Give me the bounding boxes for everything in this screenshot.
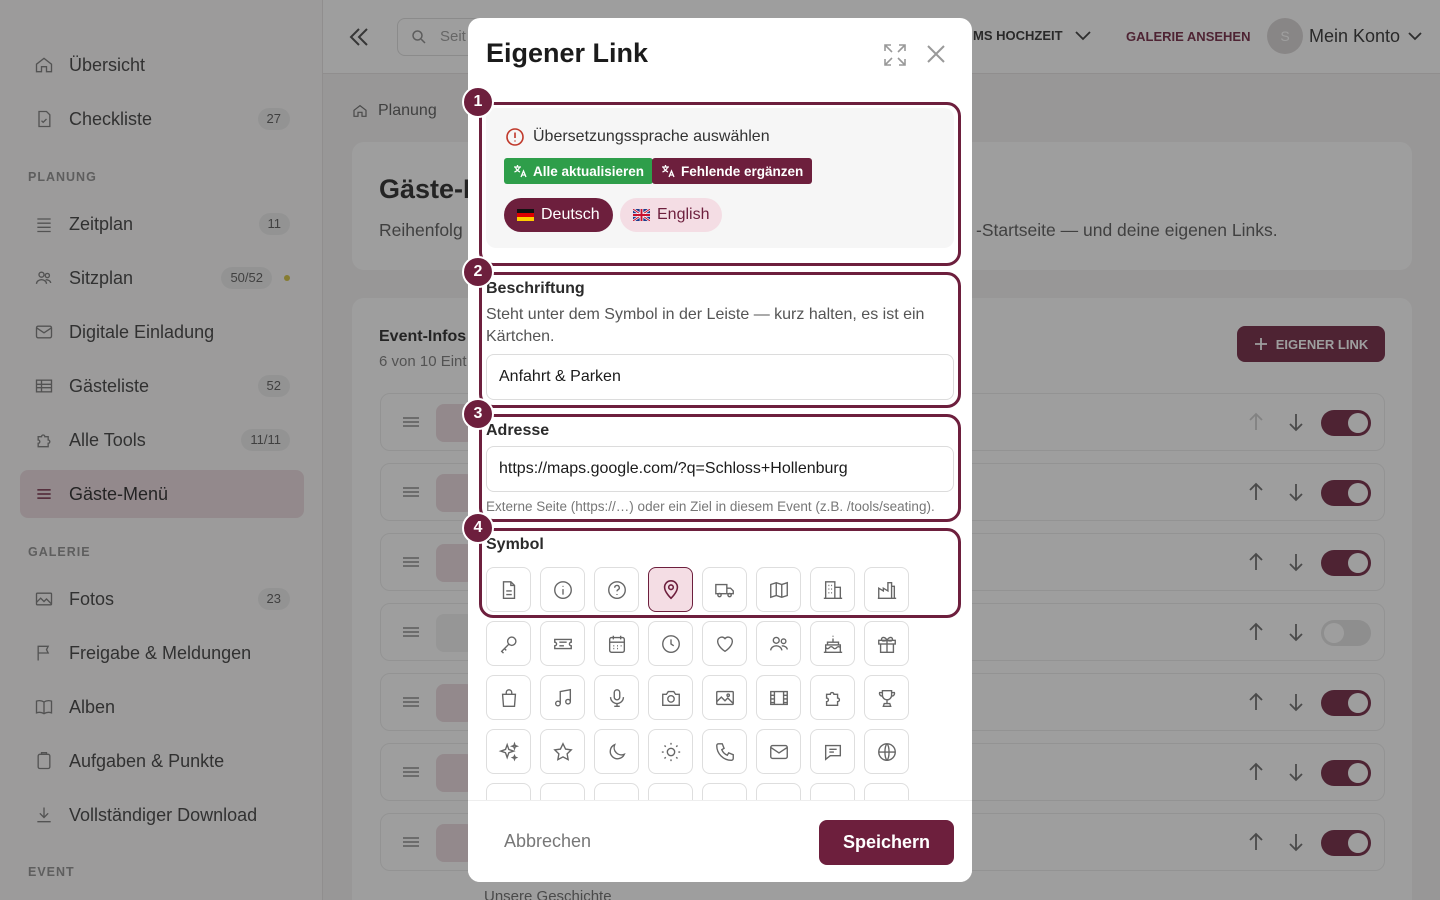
step-highlight-3 [479,414,961,522]
symbol-option[interactable] [594,621,639,666]
symbol-option[interactable] [594,729,639,774]
step-badge-4: 4 [462,512,494,544]
film-icon [770,690,788,706]
cake-icon [823,635,843,653]
camera-icon [662,690,680,707]
close-icon[interactable] [924,42,948,66]
users-icon [770,636,788,651]
expand-icon[interactable] [882,42,908,68]
symbol-option[interactable] [810,675,855,720]
symbol-option[interactable] [702,621,747,666]
calendar-icon [608,635,626,653]
symbol-option[interactable] [648,729,693,774]
symbol-option[interactable] [648,621,693,666]
dialog-title: Eigener Link [486,38,649,68]
key-icon [500,636,517,654]
step-highlight-2 [479,272,961,408]
symbol-option[interactable] [486,675,531,720]
symbol-option[interactable] [594,675,639,720]
mail-icon [770,744,788,760]
symbol-option[interactable] [864,675,909,720]
puzzle-icon [825,691,841,707]
gift-icon [878,636,896,653]
chat-icon [824,744,842,761]
step-highlight-4 [479,528,961,618]
cancel-button[interactable]: Abbrechen [504,831,591,852]
trophy-icon [878,689,896,707]
music-icon [554,688,572,707]
symbol-option[interactable] [486,621,531,666]
symbol-option[interactable] [702,675,747,720]
symbol-option[interactable] [702,729,747,774]
moon-icon [609,743,626,760]
globe-icon [878,743,896,761]
sparkles-icon [498,741,520,762]
sun-icon [661,742,681,762]
symbol-option[interactable] [540,675,585,720]
shopping-bag-icon [501,689,517,707]
symbol-option[interactable] [756,675,801,720]
symbol-option[interactable] [486,729,531,774]
microphone-icon [609,689,625,707]
clock-icon [662,635,680,653]
symbol-option[interactable] [810,621,855,666]
symbol-option[interactable] [540,729,585,774]
symbol-option[interactable] [648,675,693,720]
step-badge-2: 2 [462,256,494,288]
phone-icon [716,743,734,761]
image-icon [716,690,734,706]
symbol-option[interactable] [864,621,909,666]
symbol-option[interactable] [756,729,801,774]
save-button[interactable]: Speichern [819,820,954,865]
ticket-icon [554,638,572,650]
symbol-option[interactable] [756,621,801,666]
step-badge-1: 1 [462,86,494,118]
step-badge-3: 3 [462,398,494,430]
symbol-option[interactable] [810,729,855,774]
step-highlight-1 [479,102,961,266]
dialog-footer: Abbrechen Speichern [468,800,972,882]
heart-icon [716,636,734,653]
symbol-option[interactable] [540,621,585,666]
symbol-option[interactable] [864,729,909,774]
star-icon [553,742,573,761]
